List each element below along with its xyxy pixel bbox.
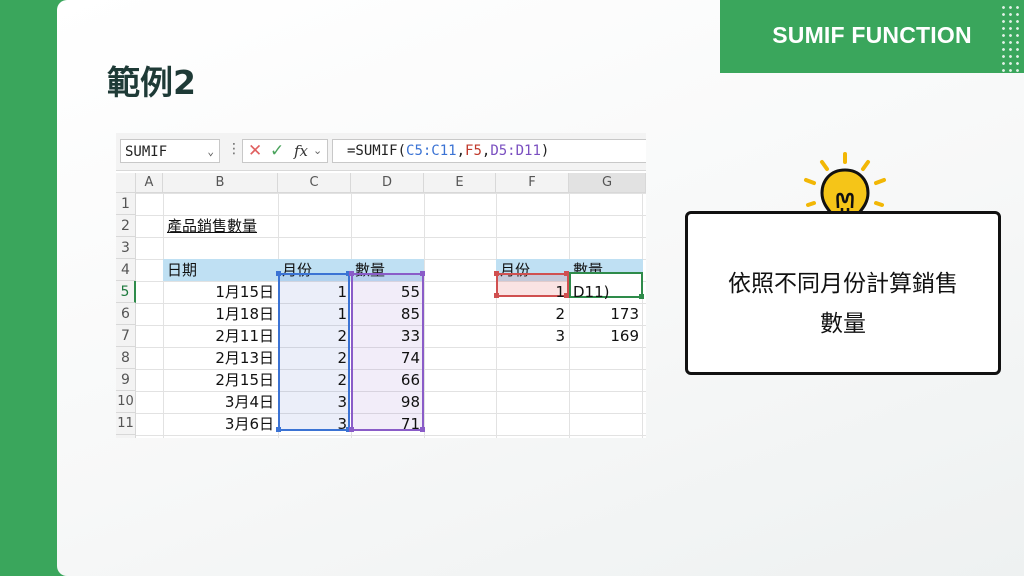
cell-month[interactable]: 1 (278, 281, 351, 303)
range-handle[interactable] (276, 271, 281, 276)
cell-date[interactable]: 3月4日 (163, 391, 278, 413)
row-header[interactable]: 6 (116, 303, 136, 325)
row-header[interactable]: 10 (116, 391, 136, 413)
formula-ref-sum-range: D5:D11 (490, 143, 541, 159)
range-handle[interactable] (420, 427, 425, 432)
row-header[interactable]: 11 (116, 413, 136, 435)
row-header[interactable]: 9 (116, 369, 136, 391)
summary-cell-month[interactable]: 3 (496, 325, 569, 347)
range-handle[interactable] (276, 427, 281, 432)
cell-qty[interactable]: 85 (351, 303, 424, 325)
column-header-a[interactable]: A (136, 173, 163, 193)
row-header[interactable]: 8 (116, 347, 136, 369)
column-header-d[interactable]: D (351, 173, 424, 193)
cell-date[interactable]: 1月15日 (163, 281, 278, 303)
insert-function-icon[interactable]: fx (294, 142, 308, 160)
row-header[interactable]: 12 (116, 435, 136, 438)
cell-date[interactable]: 2月11日 (163, 325, 278, 347)
summary-cell-month[interactable]: 2 (496, 303, 569, 325)
formula-bar: SUMIF ⌄ ⋮ ✕ ✓ fx ⌄ =SUMIF(C5:C11,F5,D5:D… (116, 133, 646, 171)
cell-date[interactable]: 2月15日 (163, 369, 278, 391)
callout-line-1: 依照不同月份計算銷售 (728, 271, 958, 297)
cell-month[interactable]: 2 (278, 325, 351, 347)
name-box[interactable]: SUMIF ⌄ (120, 139, 220, 163)
formula-prefix: =SUMIF( (347, 143, 407, 159)
row-header[interactable]: 7 (116, 325, 136, 347)
cell-month[interactable]: 3 (278, 413, 351, 435)
range-handle[interactable] (349, 427, 354, 432)
row-header[interactable]: 2 (116, 215, 136, 237)
header-badge: SUMIF FUNCTION (720, 0, 1024, 73)
formula-input[interactable]: =SUMIF(C5:C11,F5,D5:D11) (332, 139, 646, 163)
page-title: 範例2 (107, 63, 196, 102)
row-header[interactable]: 1 (116, 193, 136, 215)
cell-month[interactable]: 3 (278, 391, 351, 413)
range-handle[interactable] (349, 271, 354, 276)
cell-qty[interactable]: 55 (351, 281, 424, 303)
range-handle[interactable] (494, 293, 499, 298)
summary-cell-month[interactable]: 1 (496, 281, 569, 303)
cell-month[interactable]: 1 (278, 303, 351, 325)
formula-suffix: ) (540, 143, 550, 159)
chevron-down-icon[interactable]: ⌄ (207, 140, 214, 164)
decorative-dot-grid (1000, 4, 1022, 74)
range-handle[interactable] (564, 271, 569, 276)
name-box-value: SUMIF (125, 144, 168, 160)
formula-actions: ✕ ✓ fx ⌄ (242, 139, 328, 163)
cell-qty[interactable]: 66 (351, 369, 424, 391)
sheet-title-cell[interactable]: 產品銷售數量 (163, 215, 313, 237)
spreadsheet: SUMIF ⌄ ⋮ ✕ ✓ fx ⌄ =SUMIF(C5:C11,F5,D5:D… (116, 133, 646, 438)
column-header-c[interactable]: C (278, 173, 351, 193)
summary-cell-qty[interactable]: 173 (569, 303, 643, 325)
formula-ref-range: C5:C11 (406, 143, 457, 159)
chevron-down-icon[interactable]: ⌄ (313, 144, 322, 157)
column-header-e[interactable]: E (424, 173, 496, 193)
callout-line-2: 數量 (820, 311, 866, 337)
row-header[interactable]: 3 (116, 237, 136, 259)
range-handle[interactable] (494, 271, 499, 276)
cell-date[interactable]: 3月6日 (163, 413, 278, 435)
cell-month[interactable]: 2 (278, 369, 351, 391)
gridline (424, 193, 425, 438)
formula-separator: , (456, 143, 466, 159)
cell-date[interactable]: 1月18日 (163, 303, 278, 325)
confirm-icon[interactable]: ✓ (270, 141, 284, 161)
active-cell-editing[interactable]: D11) (569, 281, 643, 303)
row-header[interactable]: 4 (116, 259, 136, 281)
more-options-icon[interactable]: ⋮ (227, 141, 241, 157)
column-header-f[interactable]: F (496, 173, 569, 193)
callout-text: 依照不同月份計算銷售 數量 (688, 264, 998, 344)
cancel-icon[interactable]: ✕ (248, 141, 262, 161)
range-handle[interactable] (420, 271, 425, 276)
fill-handle[interactable] (639, 294, 644, 299)
header-cell-date[interactable]: 日期 (163, 259, 278, 281)
cell-qty[interactable]: 33 (351, 325, 424, 347)
column-header-g[interactable]: G (569, 173, 646, 193)
formula-ref-criteria: F5 (465, 143, 482, 159)
badge-title: SUMIF FUNCTION (772, 22, 972, 48)
cell-qty[interactable]: 74 (351, 347, 424, 369)
cell-qty[interactable]: 98 (351, 391, 424, 413)
range-handle[interactable] (564, 293, 569, 298)
cell-date[interactable]: 2月13日 (163, 347, 278, 369)
cell-qty[interactable]: 71 (351, 413, 424, 435)
summary-cell-qty[interactable]: 169 (569, 325, 643, 347)
row-header[interactable]: 5 (116, 281, 136, 303)
column-header-b[interactable]: B (163, 173, 278, 193)
select-all-corner[interactable] (116, 173, 136, 193)
cell-month[interactable]: 2 (278, 347, 351, 369)
explanation-callout: 依照不同月份計算銷售 數量 (685, 211, 1001, 375)
